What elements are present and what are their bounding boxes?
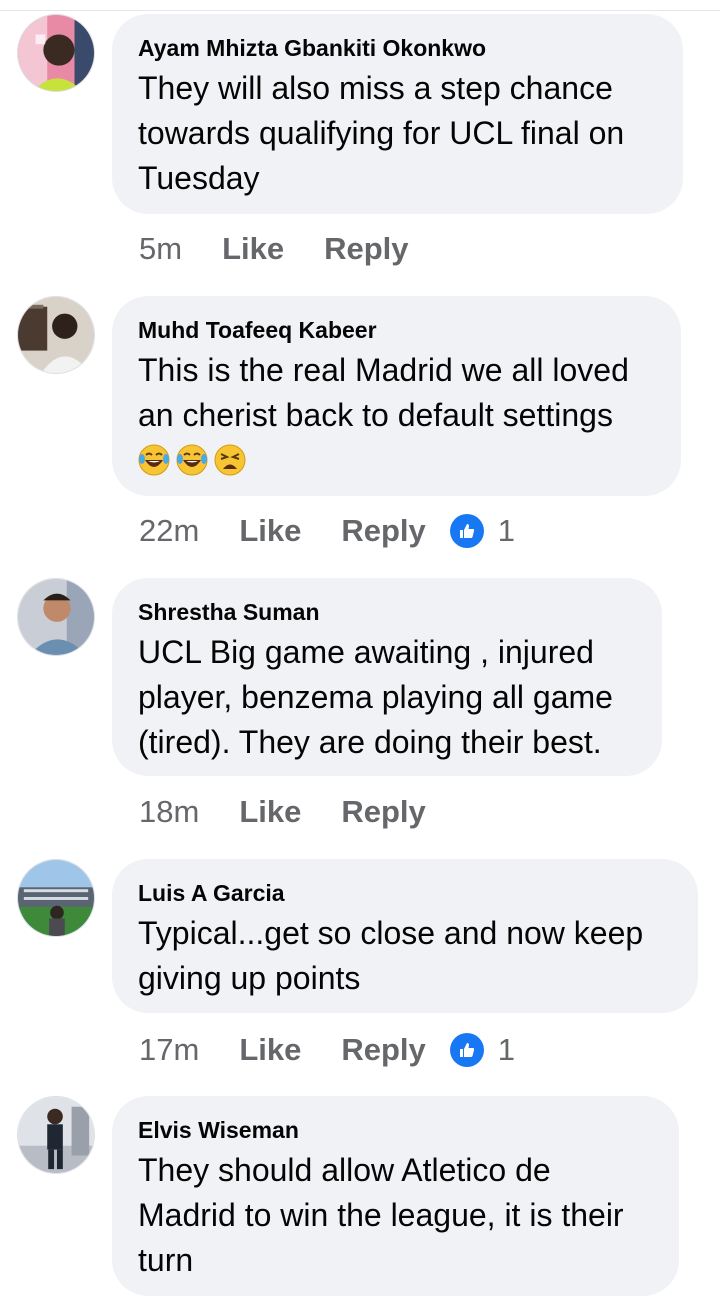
- person-avatar-icon: [18, 579, 94, 655]
- emoji-row: [138, 440, 655, 480]
- thumbs-up-icon: [449, 1033, 484, 1067]
- like-button[interactable]: Like: [239, 1032, 301, 1068]
- comment-actions: 5m Like Reply: [139, 229, 449, 269]
- comment-line: Tuesday: [138, 160, 260, 196]
- comment-line: UCL Big game awaiting , injured: [138, 634, 594, 670]
- person-avatar-icon: [18, 15, 94, 91]
- comment-line: turn: [138, 1242, 194, 1278]
- like-button[interactable]: Like: [239, 513, 301, 549]
- comment-author[interactable]: Ayam Mhizta Gbankiti Okonkwo: [138, 34, 657, 62]
- like-button[interactable]: Like: [239, 794, 301, 830]
- comment-text: Typical...get so close and now keep givi…: [138, 911, 672, 1001]
- comment-bubble: Shrestha Suman UCL Big game awaiting , i…: [112, 578, 662, 776]
- avatar[interactable]: [17, 296, 95, 374]
- comment-line: towards qualifying for UCL final on: [138, 115, 625, 151]
- reaction-summary[interactable]: 1: [449, 513, 516, 549]
- comment-text: They should allow Atletico de Madrid to …: [138, 1148, 653, 1283]
- comment-line: Madrid to win the league, it is their: [138, 1197, 624, 1233]
- avatar[interactable]: [17, 578, 95, 656]
- comment-actions: 22m Like Reply 1: [139, 511, 515, 551]
- comment-author[interactable]: Elvis Wiseman: [138, 1116, 653, 1144]
- top-divider: [0, 10, 720, 11]
- reaction-count: 1: [497, 1032, 516, 1067]
- comment-timestamp[interactable]: 5m: [139, 231, 182, 267]
- person-avatar-icon: [18, 1097, 94, 1173]
- comment-bubble: Luis A Garcia Typical...get so close and…: [112, 859, 698, 1013]
- thumbs-up-icon: [449, 514, 484, 548]
- stadium-avatar-icon: [18, 860, 94, 936]
- comment-actions: 18m Like Reply: [139, 792, 466, 832]
- comment-line: (tired). They are doing their best.: [138, 724, 602, 760]
- comment-bubble: Muhd Toafeeq Kabeer This is the real Mad…: [112, 296, 681, 496]
- tears-of-joy-emoji-icon: [176, 444, 208, 476]
- comment-line: player, benzema playing all game: [138, 679, 613, 715]
- comment-line: They will also miss a step chance: [138, 70, 613, 106]
- comment-timestamp[interactable]: 17m: [139, 1032, 199, 1068]
- comment-bubble: Elvis Wiseman They should allow Atletico…: [112, 1096, 679, 1296]
- comment-line: giving up points: [138, 960, 361, 996]
- comment-bubble: Ayam Mhizta Gbankiti Okonkwo They will a…: [112, 14, 683, 214]
- reaction-count: 1: [497, 513, 516, 548]
- avatar[interactable]: [17, 1096, 95, 1174]
- avatar[interactable]: [17, 859, 95, 937]
- comment-text: They will also miss a step chance toward…: [138, 66, 657, 201]
- comment-actions: 17m Like Reply 1: [139, 1030, 515, 1070]
- avatar[interactable]: [17, 14, 95, 92]
- comment-author[interactable]: Shrestha Suman: [138, 598, 636, 626]
- like-button[interactable]: Like: [222, 231, 284, 267]
- comment-line: They should allow Atletico de: [138, 1152, 551, 1188]
- reply-button[interactable]: Reply: [341, 513, 425, 549]
- reply-button[interactable]: Reply: [324, 231, 408, 267]
- comment-line: Typical...get so close and now keep: [138, 915, 644, 951]
- reply-button[interactable]: Reply: [341, 794, 425, 830]
- comment-timestamp[interactable]: 22m: [139, 513, 199, 549]
- tears-of-joy-emoji-icon: [138, 444, 170, 476]
- reaction-summary[interactable]: 1: [449, 1032, 516, 1068]
- tired-face-emoji-icon: [214, 444, 246, 476]
- comment-author[interactable]: Muhd Toafeeq Kabeer: [138, 316, 655, 344]
- comment-timestamp[interactable]: 18m: [139, 794, 199, 830]
- comment-line: This is the real Madrid we all loved: [138, 352, 629, 388]
- comment-line: an cherist back to default settings: [138, 397, 613, 433]
- comment-text: UCL Big game awaiting , injured player, …: [138, 630, 636, 765]
- reply-button[interactable]: Reply: [341, 1032, 425, 1068]
- comment-text: This is the real Madrid we all loved an …: [138, 348, 655, 438]
- comment-author[interactable]: Luis A Garcia: [138, 879, 672, 907]
- person-avatar-icon: [18, 297, 94, 373]
